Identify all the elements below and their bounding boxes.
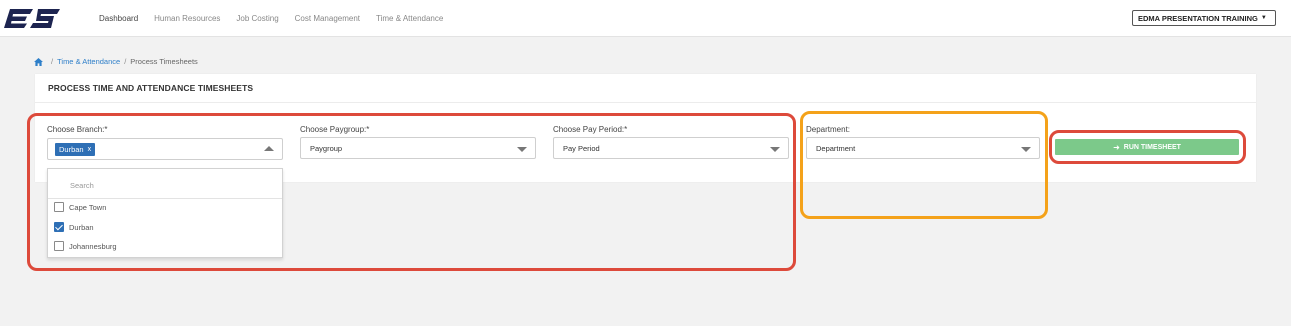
caret-down-icon: ▼ — [1260, 15, 1267, 21]
nav-item-human-resources[interactable]: Human Resources — [154, 14, 220, 23]
dropdown-search-input[interactable]: Search — [48, 169, 282, 199]
department-value: Department — [816, 144, 856, 153]
nav-item-time-attendance[interactable]: Time & Attendance — [376, 14, 443, 23]
search-placeholder: Search — [70, 181, 94, 190]
breadcrumb-separator: / — [124, 57, 127, 66]
run-timesheet-button[interactable]: ➜ RUN TIMESHEET — [1055, 139, 1239, 155]
company-selector[interactable]: EDMA PRESENTATION TRAINING ▼ — [1132, 10, 1276, 26]
breadcrumb-separator: / — [51, 57, 54, 66]
arrow-right-icon: ➜ — [1113, 142, 1120, 152]
option-label: Johannesburg — [69, 241, 117, 251]
option-label: Cape Town — [69, 202, 107, 212]
pay-period-label: Choose Pay Period:* — [553, 125, 628, 134]
company-label: EDMA PRESENTATION TRAINING — [1138, 13, 1258, 23]
breadcrumb: / Time & Attendance / Process Timesheets — [34, 57, 198, 66]
top-navbar: ES Dashboard Human Resources Job Costing… — [0, 0, 1291, 37]
main-nav: Dashboard Human Resources Job Costing Co… — [99, 14, 459, 23]
paygroup-select[interactable]: Paygroup — [300, 137, 536, 159]
breadcrumb-current: Process Timesheets — [130, 57, 198, 66]
caret-up-icon — [264, 146, 274, 151]
paygroup-value: Paygroup — [310, 144, 343, 153]
divider — [35, 102, 1256, 103]
run-timesheet-label: RUN TIMESHEET — [1123, 143, 1181, 151]
nav-item-dashboard[interactable]: Dashboard — [99, 14, 138, 23]
caret-down-icon — [517, 147, 527, 152]
option-label: Durban — [69, 222, 94, 232]
option-durban[interactable]: Durban — [54, 222, 94, 232]
breadcrumb-time-attendance[interactable]: Time & Attendance — [57, 57, 120, 66]
branch-chip-label: Durban — [59, 145, 84, 154]
home-icon[interactable] — [34, 57, 43, 66]
pay-period-value: Pay Period — [563, 144, 600, 153]
branch-chip[interactable]: Durban x — [55, 143, 96, 156]
checkbox-checked[interactable] — [54, 222, 64, 232]
timesheet-card: PROCESS TIME AND ATTENDANCE TIMESHEETS — [35, 74, 1256, 182]
es-logo[interactable]: ES — [4, 6, 62, 32]
nav-item-cost-management[interactable]: Cost Management — [295, 14, 360, 23]
checkbox-unchecked[interactable] — [54, 241, 64, 251]
department-select[interactable]: Department — [806, 137, 1040, 159]
option-cape-town[interactable]: Cape Town — [54, 202, 106, 212]
chip-remove-icon[interactable]: x — [88, 146, 92, 153]
caret-down-icon — [770, 147, 780, 152]
pay-period-select[interactable]: Pay Period — [553, 137, 789, 159]
caret-down-icon — [1021, 147, 1031, 152]
department-label: Department: — [806, 125, 851, 134]
paygroup-label: Choose Paygroup:* — [300, 125, 370, 134]
option-johannesburg[interactable]: Johannesburg — [54, 241, 117, 251]
checkbox-unchecked[interactable] — [54, 202, 64, 212]
nav-item-job-costing[interactable]: Job Costing — [236, 14, 278, 23]
branch-select[interactable]: Durban x — [47, 138, 283, 160]
page-title: PROCESS TIME AND ATTENDANCE TIMESHEETS — [48, 83, 254, 93]
branch-label: Choose Branch:* — [47, 125, 108, 134]
branch-dropdown: Search Cape Town Durban Johannesburg — [47, 168, 283, 258]
